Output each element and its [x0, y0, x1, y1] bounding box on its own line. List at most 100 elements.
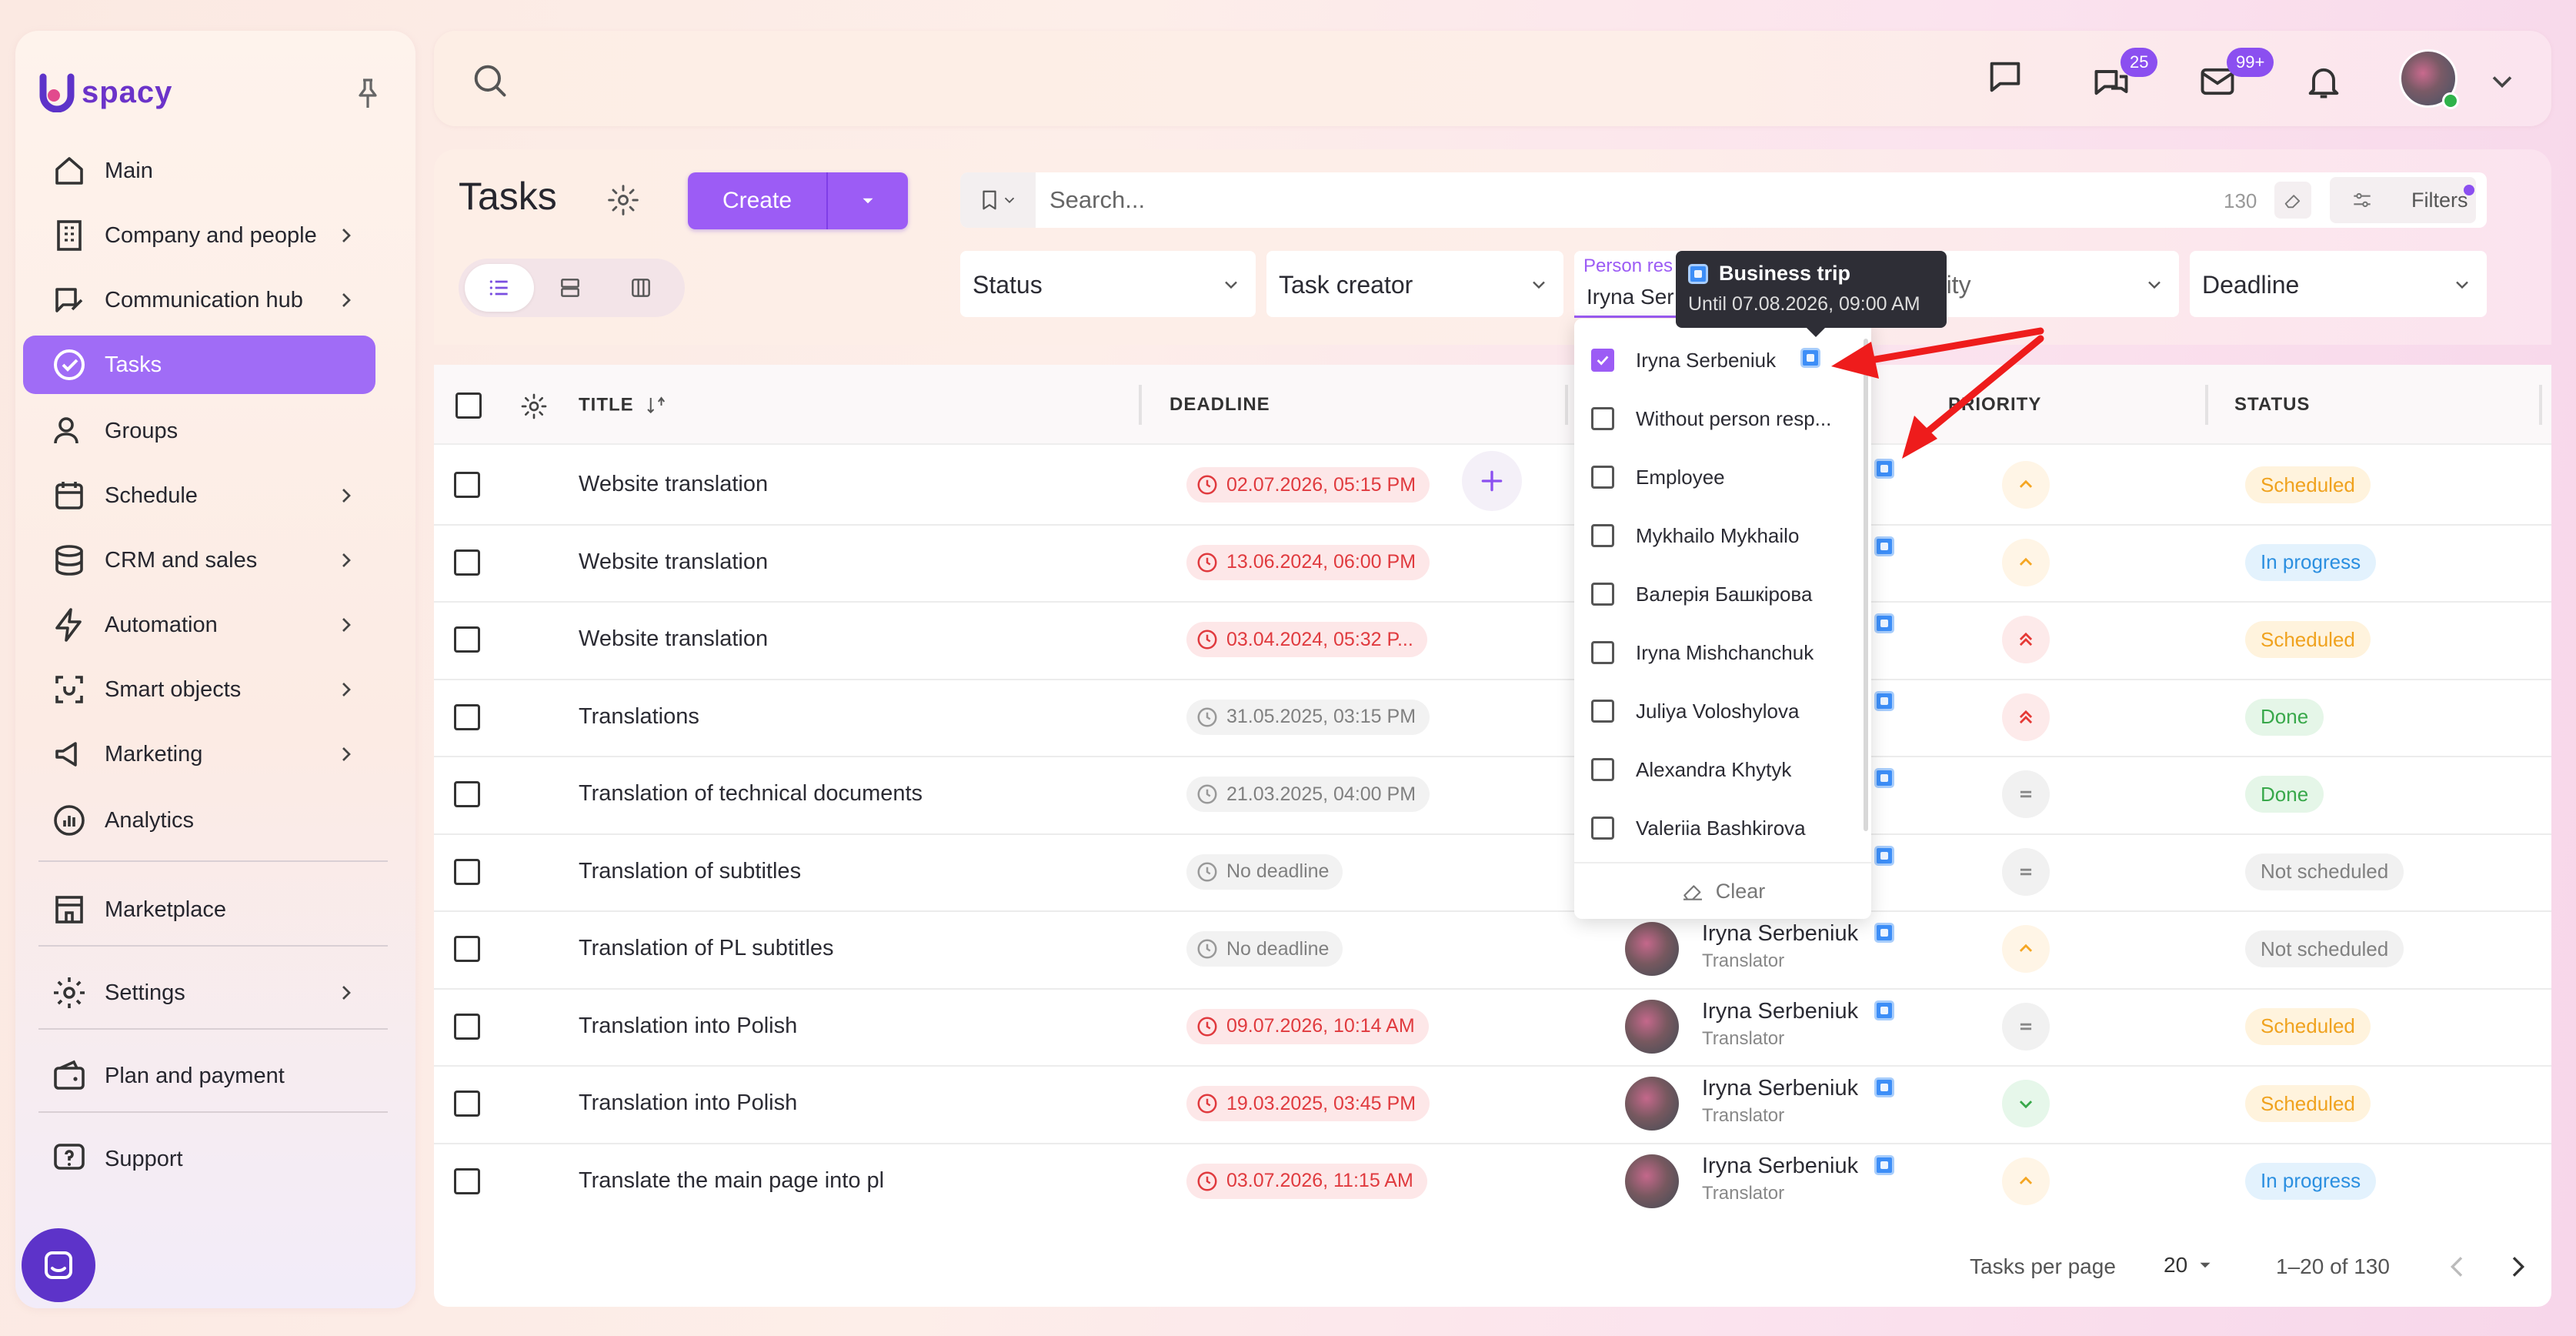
task-title[interactable]: Translation of technical documents	[579, 781, 923, 807]
compact-view-button[interactable]	[536, 264, 605, 312]
sidebar-item-settings[interactable]: Settings	[23, 964, 375, 1022]
priority-indicator[interactable]	[2002, 616, 2050, 664]
row-checkbox[interactable]	[454, 626, 480, 653]
task-title[interactable]: Website translation	[579, 626, 768, 652]
clear-search-button[interactable]	[2274, 182, 2311, 219]
sidebar-item-smart-objects[interactable]: Smart objects	[23, 660, 375, 719]
deadline-badge[interactable]: 03.07.2026, 11:15 AM	[1186, 1163, 1427, 1199]
chevron-down-icon[interactable]	[2485, 65, 2519, 99]
status-badge[interactable]: Done	[2245, 698, 2324, 736]
search-icon[interactable]	[469, 60, 509, 100]
row-checkbox[interactable]	[454, 1091, 480, 1117]
th-title[interactable]: TITLE	[579, 394, 667, 417]
option-checkbox[interactable]	[1591, 349, 1614, 372]
person-name[interactable]: Iryna Serbeniuk	[1702, 1154, 1858, 1179]
priority-indicator[interactable]	[2002, 538, 2050, 586]
priority-indicator[interactable]	[2002, 1080, 2050, 1128]
task-creator-filter[interactable]: Task creator	[1266, 251, 1563, 317]
business-trip-icon[interactable]	[1874, 536, 1894, 556]
dropdown-option[interactable]: Without person resp...	[1591, 389, 1831, 448]
dropdown-option[interactable]: Juliya Voloshylova	[1591, 682, 1799, 740]
sidebar-item-marketplace[interactable]: Marketplace	[23, 880, 375, 939]
dropdown-option[interactable]: Valeriia Bashkirova	[1591, 799, 1806, 857]
row-checkbox[interactable]	[454, 1013, 480, 1040]
logo[interactable]: spacy	[38, 62, 172, 123]
task-title[interactable]: Website translation	[579, 472, 768, 497]
person-name[interactable]: Iryna Serbeniuk	[1702, 921, 1858, 947]
status-badge[interactable]: Not scheduled	[2245, 853, 2404, 890]
deadline-badge[interactable]: No deadline	[1186, 931, 1343, 967]
dropdown-option[interactable]: Employee	[1591, 448, 1725, 506]
option-checkbox[interactable]	[1591, 407, 1614, 430]
search-input[interactable]: Search...	[1049, 186, 1145, 214]
status-badge[interactable]: Scheduled	[2245, 1085, 2371, 1123]
create-button[interactable]: Create	[688, 172, 908, 229]
task-title[interactable]: Translation of subtitles	[579, 859, 801, 884]
row-checkbox[interactable]	[454, 936, 480, 963]
priority-indicator[interactable]	[2002, 693, 2050, 741]
filters-button[interactable]: Filters	[2330, 177, 2476, 223]
sidebar-item-automation[interactable]: Automation	[23, 596, 375, 654]
deadline-badge[interactable]: 03.04.2024, 05:32 P...	[1186, 622, 1427, 658]
row-checkbox[interactable]	[454, 1167, 480, 1194]
task-title[interactable]: Translation into Polish	[579, 1014, 797, 1039]
sidebar-item-marketing[interactable]: Marketing	[23, 725, 375, 783]
prev-page-icon[interactable]	[2442, 1251, 2473, 1282]
dropdown-option[interactable]: Iryna Mishchanchuk	[1591, 623, 1814, 682]
task-title[interactable]: Translation of PL subtitles	[579, 936, 834, 961]
message-icon[interactable]	[1985, 57, 2025, 97]
add-task-button[interactable]	[1462, 451, 1522, 511]
th-deadline[interactable]: DEADLINE	[1170, 394, 1270, 416]
sidebar-item-crm-and-sales[interactable]: CRM and sales	[23, 531, 375, 590]
settings-gear-icon[interactable]	[606, 183, 640, 217]
deadline-badge[interactable]: 09.07.2026, 10:14 AM	[1186, 1008, 1429, 1044]
avatar[interactable]	[1625, 1154, 1679, 1208]
business-trip-icon[interactable]	[1874, 923, 1894, 944]
clear-selection-button[interactable]: Clear	[1574, 862, 1871, 919]
dropdown-option[interactable]: Mykhailo Mykhailo	[1591, 506, 1799, 565]
sidebar-item-main[interactable]: Main	[23, 142, 375, 200]
deadline-badge[interactable]: 21.03.2025, 04:00 PM	[1186, 777, 1430, 813]
dropdown-option[interactable]: Валерія Башкірова	[1591, 565, 1812, 623]
priority-indicator[interactable]	[2002, 847, 2050, 896]
status-badge[interactable]: Scheduled	[2245, 621, 2371, 659]
priority-indicator[interactable]	[2002, 770, 2050, 819]
row-checkbox[interactable]	[454, 858, 480, 885]
dropdown-option[interactable]: Alexandra Khytyk	[1591, 740, 1791, 799]
status-badge[interactable]: Scheduled	[2245, 466, 2371, 504]
business-trip-icon[interactable]	[1874, 1000, 1894, 1020]
avatar[interactable]	[1625, 922, 1679, 977]
create-dropdown-toggle[interactable]	[828, 191, 908, 211]
row-checkbox[interactable]	[454, 781, 480, 808]
status-filter[interactable]: Status	[960, 251, 1256, 317]
list-view-button[interactable]	[465, 264, 534, 312]
deadline-badge[interactable]: 02.07.2026, 05:15 PM	[1186, 467, 1430, 503]
business-trip-icon[interactable]	[1874, 768, 1894, 789]
column-resizer[interactable]	[2205, 385, 2208, 425]
column-resizer[interactable]	[2539, 385, 2542, 425]
task-title[interactable]: Website translation	[579, 549, 768, 575]
option-checkbox[interactable]	[1591, 583, 1614, 606]
business-trip-icon[interactable]	[1874, 613, 1894, 634]
task-title[interactable]: Translation into Polish	[579, 1091, 797, 1116]
business-trip-icon[interactable]	[1874, 845, 1894, 866]
task-title[interactable]: Translations	[579, 704, 699, 730]
option-checkbox[interactable]	[1591, 641, 1614, 664]
status-badge[interactable]: Done	[2245, 776, 2324, 813]
status-badge[interactable]: In progress	[2245, 1162, 2377, 1200]
row-checkbox[interactable]	[454, 549, 480, 576]
deadline-badge[interactable]: 19.03.2025, 03:45 PM	[1186, 1086, 1430, 1122]
select-all-checkbox[interactable]	[455, 392, 482, 419]
status-badge[interactable]: Scheduled	[2245, 1007, 2371, 1045]
sidebar-item-support[interactable]: Support	[23, 1130, 375, 1188]
deadline-badge[interactable]: 13.06.2024, 06:00 PM	[1186, 544, 1430, 580]
task-title[interactable]: Translate the main page into pl	[579, 1168, 884, 1194]
column-settings-gear-icon[interactable]	[519, 391, 549, 422]
th-status[interactable]: STATUS	[2234, 394, 2310, 416]
person-name[interactable]: Iryna Serbeniuk	[1702, 999, 1858, 1024]
sidebar-item-analytics[interactable]: Analytics	[23, 791, 375, 850]
sidebar-item-schedule[interactable]: Schedule	[23, 466, 375, 525]
option-checkbox[interactable]	[1591, 524, 1614, 547]
avatar[interactable]	[1625, 1077, 1679, 1131]
row-checkbox[interactable]	[454, 472, 480, 499]
